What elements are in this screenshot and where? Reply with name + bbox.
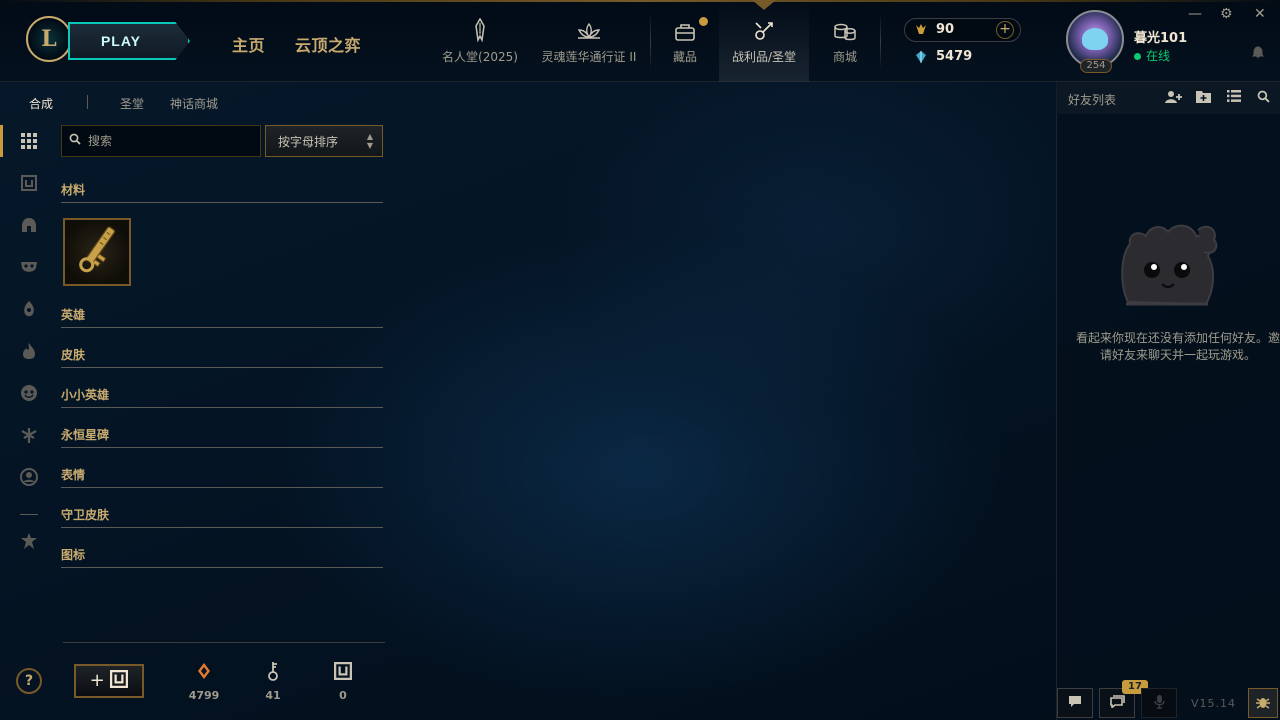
play-button[interactable]: PLAY (68, 22, 190, 60)
nav-lotus-pass[interactable]: 灵魂莲华通行证 II (538, 12, 640, 76)
client-window: L PLAY 主页 云顶之弈 名人堂(2025) 灵魂莲华通行证 II 藏品 战… (0, 0, 1280, 720)
notification-bell-icon[interactable] (1251, 46, 1265, 63)
level-badge: 254 (1080, 59, 1112, 73)
chest-value: 0 (339, 689, 347, 702)
key-fragment-icon (77, 222, 117, 282)
settings-gear-icon[interactable]: ⚙ (1220, 6, 1233, 22)
no-friends-message: 看起来你现在还没有添加任何好友。邀请好友来聊天并一起玩游戏。 (1075, 331, 1280, 362)
riot-points-icon (914, 22, 928, 40)
chest-icon (110, 670, 129, 688)
footer-divider (63, 642, 385, 643)
chat-bubble-icon (1069, 696, 1081, 707)
avatar-portrait (1082, 28, 1108, 50)
league-logo-icon[interactable]: L (26, 16, 72, 62)
search-icon[interactable] (1257, 90, 1270, 107)
nav-tft[interactable]: 云顶之弈 (295, 32, 361, 56)
lotus-pass-icon (538, 12, 640, 42)
nav-lotus-label: 灵魂莲华通行证 II (541, 50, 637, 64)
rail-divider (20, 514, 38, 515)
category-icons[interactable]: 图标 (61, 546, 383, 568)
key-value: 41 (265, 689, 281, 702)
grid-icon[interactable] (16, 128, 42, 154)
craft-button[interactable]: + (74, 664, 144, 698)
nav-loot[interactable]: 战利品/圣堂 (719, 0, 809, 82)
eternals-icon[interactable] (16, 422, 42, 448)
username: 暮光101 (1134, 31, 1188, 46)
sort-arrows-icon: ▲ ▼ (366, 132, 373, 150)
key-counter: 41 (253, 660, 293, 702)
poro-empty-illustration-icon (1116, 216, 1218, 318)
blue-essence-icon (914, 50, 928, 68)
nav-divider (650, 14, 651, 70)
bug-report-button[interactable] (1248, 688, 1278, 718)
category-little-legends[interactable]: 小小英雄 (61, 386, 383, 408)
rail-active-indicator (0, 125, 3, 157)
category-emotes[interactable]: 表情 (61, 466, 383, 488)
craft-plus-label: + (89, 670, 105, 691)
bug-icon (1256, 698, 1270, 709)
nav-store-label: 商城 (832, 50, 857, 64)
close-icon[interactable]: ✕ (1254, 6, 1266, 22)
nav-home[interactable]: 主页 (232, 32, 265, 56)
subnav-divider (87, 95, 88, 109)
orange-essence-counter: 4799 (184, 660, 224, 702)
orange-essence-value: 4799 (188, 689, 220, 702)
chat-history-icon (1109, 695, 1125, 710)
add-friend-icon[interactable] (1165, 90, 1183, 108)
help-button[interactable]: ? (16, 668, 42, 694)
nav-hall-label: 名人堂(2025) (442, 50, 518, 64)
tab-sanctum[interactable]: 圣堂 (120, 95, 144, 112)
minimize-icon[interactable]: — (1188, 6, 1202, 22)
friends-list-title: 好友列表 (1068, 93, 1117, 107)
chest-icon (323, 660, 363, 682)
category-eternals[interactable]: 永恒星碑 (61, 426, 383, 448)
add-folder-icon[interactable] (1196, 90, 1211, 107)
tab-crafting[interactable]: 合成 (29, 95, 53, 112)
category-champions[interactable]: 英雄 (61, 306, 383, 328)
search-field[interactable] (61, 125, 261, 157)
icon-ribbon-icon[interactable] (16, 528, 42, 554)
champion-helmet-icon[interactable] (16, 212, 42, 238)
sort-dropdown[interactable]: 按字母排序 ▲ ▼ (265, 125, 383, 157)
ward-icon[interactable] (16, 296, 42, 322)
category-materials[interactable]: 材料 (61, 181, 383, 203)
logo-letter: L (41, 26, 57, 52)
search-input[interactable] (88, 132, 253, 150)
category-ward-skins[interactable]: 守卫皮肤 (61, 506, 383, 528)
riot-points-value: 90 (936, 22, 955, 37)
key-icon (253, 660, 293, 682)
social-panel (1056, 82, 1280, 720)
blue-essence-value: 5479 (936, 49, 973, 64)
hall-of-legends-icon (440, 12, 520, 42)
collection-icon (664, 12, 706, 42)
microphone-icon (1153, 695, 1165, 709)
buy-rp-button[interactable]: + (996, 21, 1014, 39)
search-icon (69, 133, 81, 148)
play-label: PLAY (100, 33, 142, 49)
list-view-icon[interactable] (1227, 90, 1241, 106)
tab-mythic-shop[interactable]: 神话商城 (170, 95, 218, 112)
client-version: V15.14 (1191, 697, 1237, 710)
sort-dropdown-label: 按字母排序 (278, 135, 339, 149)
voice-button[interactable] (1141, 688, 1177, 718)
chest-counter: 0 (323, 660, 363, 702)
notification-dot (699, 17, 708, 26)
nav-loot-label: 战利品/圣堂 (731, 50, 797, 64)
category-skins[interactable]: 皮肤 (61, 346, 383, 368)
orange-essence-icon (184, 660, 224, 682)
nav-divider (880, 14, 881, 70)
emote-flame-icon[interactable] (16, 338, 42, 364)
loot-item-key-fragment[interactable] (63, 218, 131, 286)
chat-button[interactable] (1057, 688, 1093, 718)
profile-icon[interactable] (16, 464, 42, 490)
nav-store[interactable]: 商城 (823, 12, 867, 76)
store-icon (823, 12, 867, 42)
status-online[interactable]: 在线 (1134, 47, 1170, 64)
chest-icon[interactable] (16, 170, 42, 196)
skin-mask-icon[interactable] (16, 254, 42, 280)
nav-hall-of-legends[interactable]: 名人堂(2025) (440, 12, 520, 76)
nav-collection-label: 藏品 (672, 50, 697, 64)
loot-icon (719, 12, 809, 42)
little-legend-icon[interactable] (16, 380, 42, 406)
